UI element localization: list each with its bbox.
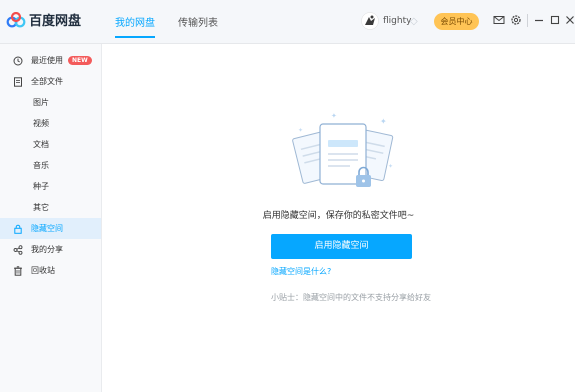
tab-my-disk[interactable]: 我的网盘 [115,14,155,29]
toolbar-separator [527,14,528,27]
sidebar-item-label: 图片 [33,98,49,107]
sidebar-item-recent[interactable]: 最近使用 NEW [0,50,101,71]
new-badge: NEW [68,56,92,65]
sidebar-item-videos[interactable]: 视频 [0,113,101,134]
app-logo[interactable]: 百度网盘 [6,10,81,29]
sidebar-item-recycle-bin[interactable]: 回收站 [0,260,101,281]
sidebar-item-my-shares[interactable]: 我的分享 [0,239,101,260]
sidebar-item-label: 视频 [33,119,49,128]
diamond-icon: ◇ [410,16,418,27]
enable-hidden-space-button[interactable]: 启用隐藏空间 [271,234,412,259]
minimize-icon[interactable] [532,13,546,27]
share-icon [13,244,23,255]
cloud-logo-icon [6,11,26,27]
sidebar-item-label: 回收站 [31,266,55,275]
small-tip: 小贴士：隐藏空间中的文件不支持分享给好友 [271,293,431,302]
trash-icon [13,265,23,276]
svg-text:✦: ✦ [388,163,393,170]
sidebar-item-label: 我的分享 [31,245,63,254]
hidden-space-illustration-icon: ✦ ✦ ✦ ✦ [292,112,394,187]
sidebar-item-all-files[interactable]: 全部文件 [0,71,101,92]
app-name: 百度网盘 [29,14,82,29]
tab-transfer-list[interactable]: 传输列表 [178,14,218,29]
username[interactable]: flighty [383,16,411,26]
sidebar-item-hidden-space[interactable]: 隐藏空间 [0,218,101,239]
svg-text:✦: ✦ [380,117,387,126]
what-is-hidden-space-link[interactable]: 隐藏空间是什么? [271,266,331,277]
file-icon [13,76,23,87]
sidebar-item-label: 最近使用 [31,56,63,65]
gear-icon[interactable] [509,13,523,27]
sidebar-item-images[interactable]: 图片 [0,92,101,113]
svg-text:✦: ✦ [331,112,337,120]
sidebar-item-torrents[interactable]: 种子 [0,176,101,197]
sidebar: 最近使用 NEW 全部文件 图片 视频 文档 音乐 种子 其它 隐藏空间 我的分… [0,44,102,392]
sidebar-item-other[interactable]: 其它 [0,197,101,218]
clock-icon [13,56,23,66]
sidebar-item-label: 种子 [33,182,49,191]
active-tab-underline [115,36,155,38]
sidebar-item-label: 文档 [33,140,49,149]
sidebar-item-label: 音乐 [33,161,49,170]
lock-icon [13,224,23,234]
avatar[interactable] [361,12,379,30]
sidebar-item-documents[interactable]: 文档 [0,134,101,155]
vip-center-button[interactable]: 会员中心 [434,13,479,30]
svg-text:✦: ✦ [298,127,303,134]
hidden-space-tip: 启用隐藏空间，保存你的私密文件吧~ [262,211,415,221]
title-bar: 百度网盘 我的网盘 传输列表 flighty ◇ 会员中心 [0,0,575,44]
sidebar-item-label: 隐藏空间 [31,224,63,233]
close-icon[interactable] [563,13,575,27]
sidebar-item-label: 其它 [33,203,49,212]
mail-icon[interactable] [492,13,506,27]
sidebar-item-music[interactable]: 音乐 [0,155,101,176]
sidebar-item-label: 全部文件 [31,77,63,86]
maximize-icon[interactable] [548,13,562,27]
